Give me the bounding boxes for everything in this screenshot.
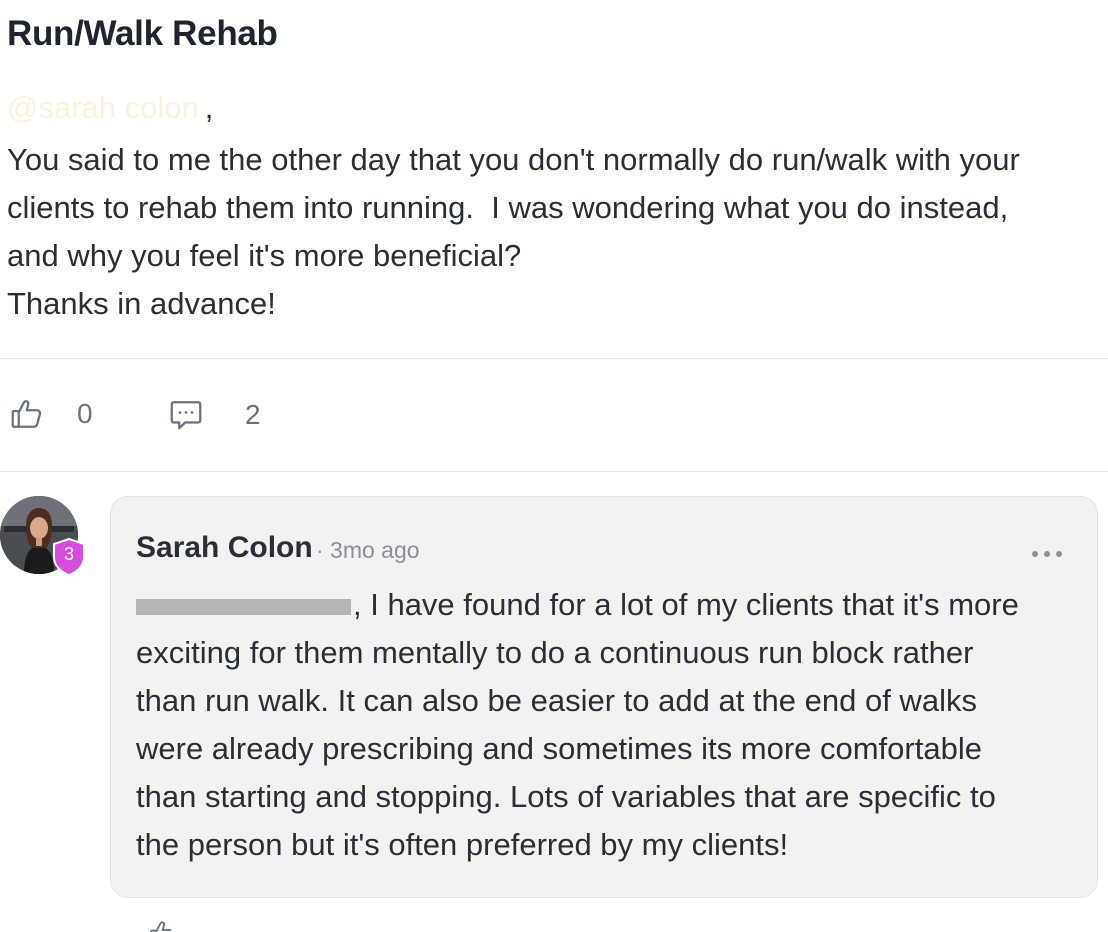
comment-body-line: , I have found for a lot of my clients t… [136, 581, 1076, 629]
speech-bubble-icon [168, 397, 204, 433]
divider [0, 358, 1108, 359]
post-body-line: and why you feel it's more beneficial? [7, 238, 522, 273]
like-count: 0 [77, 398, 93, 429]
post-body: You said to me the other day that you do… [7, 136, 1097, 328]
mention-suffix: , [204, 90, 214, 125]
comment-timestamp: · 3mo ago [316, 537, 420, 563]
mention-link[interactable]: @sarah colon [7, 90, 199, 125]
redacted-mention [136, 598, 351, 615]
comment-card: Sarah Colon · 3mo ago , I have found for… [110, 496, 1098, 898]
divider [0, 471, 1108, 472]
comment-body-line: exciting for them mentally to do a conti… [136, 635, 974, 670]
comment-body-line: the person but it's often preferred by m… [136, 827, 789, 862]
post-page: Run/Walk Rehab @sarah colon, You said to… [0, 0, 1108, 932]
comment-first-line-text: , I have found for a lot of my clients t… [353, 587, 1019, 622]
comment-body-line: than run walk. It can also be easier to … [136, 683, 977, 718]
post-body-line: Thanks in advance! [7, 286, 276, 321]
comment-button[interactable]: 2 [168, 397, 261, 433]
level-number: 3 [63, 544, 74, 564]
post-body-line: You said to me the other day that you do… [7, 142, 1020, 177]
comment-author[interactable]: Sarah Colon [136, 531, 313, 565]
comment-count: 2 [245, 399, 261, 430]
thumbs-up-icon [9, 396, 45, 432]
post-body-line: clients to rehab them into running. I wa… [7, 190, 1009, 225]
comment-body-line: than starting and stopping. Lots of vari… [136, 779, 996, 814]
level-badge: 3 [52, 538, 86, 576]
mention-line: @sarah colon, [7, 88, 213, 128]
post-title: Run/Walk Rehab [7, 14, 278, 53]
more-horizontal-icon[interactable] [1031, 545, 1063, 563]
thumbs-up-icon[interactable] [148, 918, 178, 932]
comment-actions-row [0, 918, 1108, 932]
comment-body-line: were already prescribing and sometimes i… [136, 731, 982, 766]
comment-body: , I have found for a lot of my clients t… [136, 581, 1076, 869]
like-button[interactable]: 0 [9, 396, 93, 432]
